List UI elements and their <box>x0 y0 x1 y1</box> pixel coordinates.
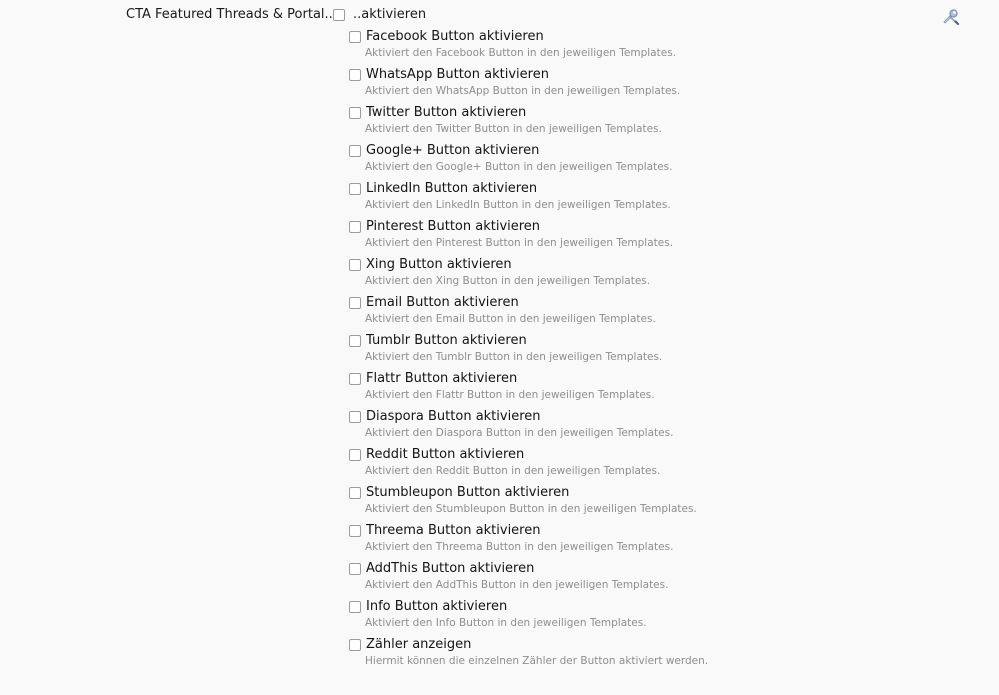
option-description: Aktiviert den Info Button in den jeweili… <box>365 617 647 629</box>
checkbox[interactable] <box>349 411 361 423</box>
checkbox-label[interactable]: Email Button aktivieren <box>366 294 519 312</box>
option-addthis: AddThis Button aktivieren Aktiviert den … <box>349 560 909 598</box>
checkbox-row[interactable]: Zähler anzeigen <box>349 636 909 654</box>
option-flattr: Flattr Button aktivieren Aktiviert den F… <box>349 370 909 408</box>
option-stumbleupon: Stumbleupon Button aktivieren Aktiviert … <box>349 484 909 522</box>
checkbox-row[interactable]: Google+ Button aktivieren <box>349 142 909 160</box>
option-facebook: Facebook Button aktivieren Aktiviert den… <box>349 28 909 66</box>
checkbox[interactable] <box>349 639 361 651</box>
option-group-title: CTA Featured Threads & Portal.. <box>126 7 333 22</box>
checkbox-row[interactable]: WhatsApp Button aktivieren <box>349 66 909 84</box>
option-description: Aktiviert den Diaspora Button in den jew… <box>365 427 674 439</box>
checkbox[interactable] <box>349 259 361 271</box>
checkbox-label[interactable]: WhatsApp Button aktivieren <box>366 66 549 84</box>
option-description: Aktiviert den Threema Button in den jewe… <box>365 541 674 553</box>
option-whatsapp: WhatsApp Button aktivieren Aktiviert den… <box>349 66 909 104</box>
checkbox[interactable] <box>349 31 361 43</box>
option-description: Aktiviert den AddThis Button in den jewe… <box>365 579 669 591</box>
checkbox-row[interactable]: Reddit Button aktivieren <box>349 446 909 464</box>
checkbox[interactable] <box>349 221 361 233</box>
checkbox-label[interactable]: Reddit Button aktivieren <box>366 446 524 464</box>
option-description: Aktiviert den Email Button in den jeweil… <box>365 313 656 325</box>
option-xing: Xing Button aktivieren Aktiviert den Xin… <box>349 256 909 294</box>
checkbox[interactable] <box>349 183 361 195</box>
checkbox-label[interactable]: Info Button aktivieren <box>366 598 507 616</box>
master-checkbox-label[interactable]: ..aktivieren <box>353 6 426 24</box>
checkbox-row[interactable]: Facebook Button aktivieren <box>349 28 909 46</box>
checkbox-row[interactable]: Xing Button aktivieren <box>349 256 909 274</box>
checkbox[interactable] <box>349 145 361 157</box>
option-threema: Threema Button aktivieren Aktiviert den … <box>349 522 909 560</box>
option-linkedin: LinkedIn Button aktivieren Aktiviert den… <box>349 180 909 218</box>
checkbox-row[interactable]: Flattr Button aktivieren <box>349 370 909 388</box>
checkbox[interactable] <box>349 563 361 575</box>
option-twitter: Twitter Button aktivieren Aktiviert den … <box>349 104 909 142</box>
option-description: Aktiviert den Xing Button in den jeweili… <box>365 275 651 287</box>
option-google-plus: Google+ Button aktivieren Aktiviert den … <box>349 142 909 180</box>
option-counter: Zähler anzeigen Hiermit können die einze… <box>349 636 909 674</box>
checkbox-label[interactable]: Xing Button aktivieren <box>366 256 512 274</box>
checkbox-label[interactable]: Zähler anzeigen <box>366 636 471 654</box>
checkbox-row[interactable]: Tumblr Button aktivieren <box>349 332 909 350</box>
checkbox[interactable] <box>349 525 361 537</box>
option-description: Hiermit können die einzelnen Zähler der … <box>365 655 709 667</box>
checkbox[interactable] <box>349 487 361 499</box>
option-list: Facebook Button aktivieren Aktiviert den… <box>349 28 909 674</box>
option-description: Aktiviert den Reddit Button in den jewei… <box>365 465 661 477</box>
option-pinterest: Pinterest Button aktivieren Aktiviert de… <box>349 218 909 256</box>
option-info: Info Button aktivieren Aktiviert den Inf… <box>349 598 909 636</box>
checkbox-row[interactable]: Email Button aktivieren <box>349 294 909 312</box>
checkbox-row[interactable]: Twitter Button aktivieren <box>349 104 909 122</box>
option-reddit: Reddit Button aktivieren Aktiviert den R… <box>349 446 909 484</box>
checkbox-label[interactable]: Tumblr Button aktivieren <box>366 332 527 350</box>
wrench-screwdriver-icon-graphic <box>943 9 960 26</box>
checkbox-label[interactable]: Stumbleupon Button aktivieren <box>366 484 569 502</box>
option-email: Email Button aktivieren Aktiviert den Em… <box>349 294 909 332</box>
checkbox-row[interactable]: LinkedIn Button aktivieren <box>349 180 909 198</box>
settings-page: CTA Featured Threads & Portal.. ..aktivi… <box>0 0 999 695</box>
checkbox-label[interactable]: Google+ Button aktivieren <box>366 142 539 160</box>
option-description: Aktiviert den Flattr Button in den jewei… <box>365 389 655 401</box>
checkbox-label[interactable]: Twitter Button aktivieren <box>366 104 526 122</box>
option-description: Aktiviert den Stumbleupon Button in den … <box>365 503 697 515</box>
checkbox-row[interactable]: Diaspora Button aktivieren <box>349 408 909 426</box>
checkbox-row[interactable]: Info Button aktivieren <box>349 598 909 616</box>
wrench-screwdriver-icon[interactable] <box>942 7 960 26</box>
checkbox-label[interactable]: Pinterest Button aktivieren <box>366 218 540 236</box>
checkbox-label[interactable]: AddThis Button aktivieren <box>366 560 534 578</box>
checkbox[interactable] <box>349 449 361 461</box>
checkbox[interactable] <box>349 69 361 81</box>
checkbox[interactable] <box>349 373 361 385</box>
master-checkbox[interactable] <box>333 9 345 21</box>
option-description: Aktiviert den Twitter Button in den jewe… <box>365 123 662 135</box>
option-tumblr: Tumblr Button aktivieren Aktiviert den T… <box>349 332 909 370</box>
option-description: Aktiviert den Facebook Button in den jew… <box>365 47 677 59</box>
checkbox-label[interactable]: Flattr Button aktivieren <box>366 370 517 388</box>
master-option[interactable]: ..aktivieren <box>333 6 426 24</box>
checkbox[interactable] <box>349 335 361 347</box>
option-description: Aktiviert den Pinterest Button in den je… <box>365 237 674 249</box>
option-description: Aktiviert den WhatsApp Button in den jew… <box>365 85 681 97</box>
option-description: Aktiviert den Google+ Button in den jewe… <box>365 161 673 173</box>
checkbox-label[interactable]: Threema Button aktivieren <box>366 522 540 540</box>
checkbox-row[interactable]: AddThis Button aktivieren <box>349 560 909 578</box>
checkbox-label[interactable]: LinkedIn Button aktivieren <box>366 180 537 198</box>
checkbox-row[interactable]: Threema Button aktivieren <box>349 522 909 540</box>
checkbox-row[interactable]: Stumbleupon Button aktivieren <box>349 484 909 502</box>
checkbox[interactable] <box>349 107 361 119</box>
checkbox[interactable] <box>349 297 361 309</box>
checkbox-label[interactable]: Diaspora Button aktivieren <box>366 408 541 426</box>
option-description: Aktiviert den LinkedIn Button in den jew… <box>365 199 671 211</box>
checkbox[interactable] <box>349 601 361 613</box>
option-description: Aktiviert den Tumblr Button in den jewei… <box>365 351 663 363</box>
checkbox-label[interactable]: Facebook Button aktivieren <box>366 28 544 46</box>
option-diaspora: Diaspora Button aktivieren Aktiviert den… <box>349 408 909 446</box>
checkbox-row[interactable]: Pinterest Button aktivieren <box>349 218 909 236</box>
